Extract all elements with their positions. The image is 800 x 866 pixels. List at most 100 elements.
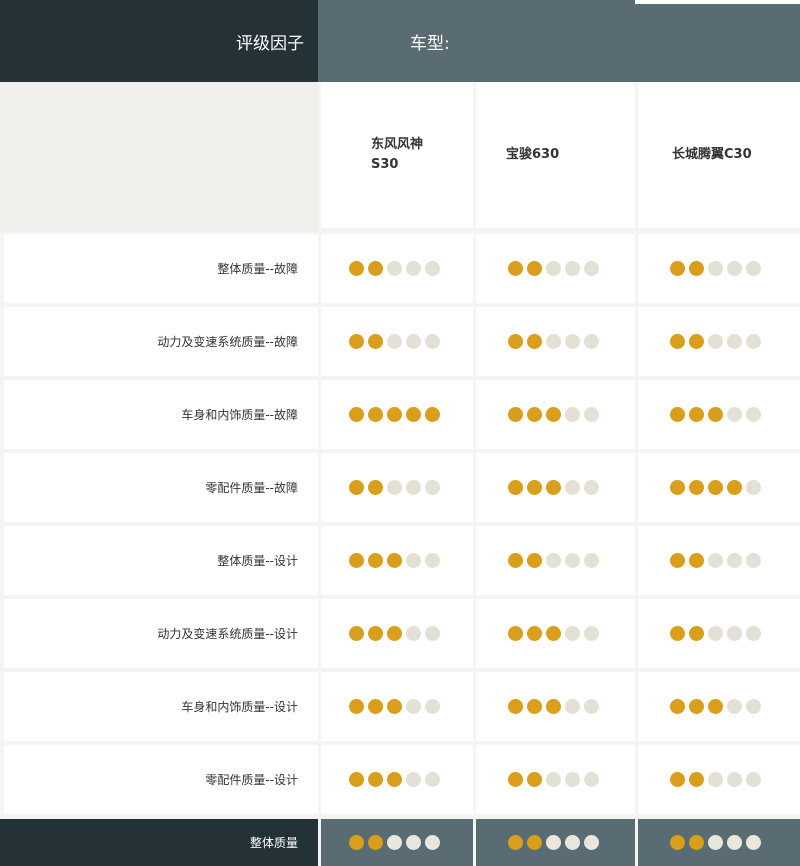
score-rating-dots [508, 699, 599, 714]
overall-score-cell-model-1 [321, 819, 473, 866]
rating-table-page: 评级因子 车型: 东风风神 S30 宝骏630 长城腾翼C30 整体质量--故障… [0, 0, 800, 866]
score-rating-dots [349, 261, 440, 276]
filled-dot [527, 407, 542, 422]
score-rating-dots [349, 772, 440, 787]
filled-dot [349, 699, 364, 714]
score-cell-model-1 [321, 672, 473, 741]
overall-rating-dots [349, 835, 440, 850]
filled-dot [387, 772, 402, 787]
empty-dot [565, 772, 580, 787]
filled-dot [368, 835, 383, 850]
factor-label: 整体质量--设计 [217, 554, 298, 568]
empty-dot [565, 553, 580, 568]
filled-dot [349, 334, 364, 349]
empty-dot [708, 334, 723, 349]
filled-dot [425, 407, 440, 422]
empty-dot [406, 553, 421, 568]
score-cell-model-3 [638, 380, 800, 449]
score-rating-dots [349, 480, 440, 495]
factor-label: 车身和内饰质量--故障 [181, 408, 298, 422]
filled-dot [349, 407, 364, 422]
factor-header-label: 评级因子 [236, 33, 304, 54]
filled-dot [349, 626, 364, 641]
score-rating-dots [508, 407, 599, 422]
empty-dot [746, 772, 761, 787]
filled-dot [387, 626, 402, 641]
score-cell-model-1 [321, 453, 473, 522]
score-rating-dots [508, 261, 599, 276]
empty-dot [425, 626, 440, 641]
empty-dot [727, 334, 742, 349]
empty-dot [727, 261, 742, 276]
empty-dot [425, 835, 440, 850]
model-name-2: 宝骏630 [476, 82, 635, 228]
empty-dot [708, 261, 723, 276]
filled-dot [708, 407, 723, 422]
filled-dot [368, 407, 383, 422]
filled-dot [368, 699, 383, 714]
empty-dot [746, 261, 761, 276]
score-cell-model-1 [321, 745, 473, 814]
empty-dot [584, 407, 599, 422]
model-name-1-line1: 东风风神 [371, 137, 424, 152]
empty-dot [584, 261, 599, 276]
filled-dot [508, 334, 523, 349]
empty-dot [406, 835, 421, 850]
empty-dot [565, 699, 580, 714]
score-cell-model-1 [321, 526, 473, 595]
factor-label-cell: 车身和内饰质量--故障 [4, 380, 318, 449]
empty-dot [708, 835, 723, 850]
score-cell-model-3 [638, 453, 800, 522]
filled-dot [508, 626, 523, 641]
empty-dot [584, 626, 599, 641]
score-cell-model-2 [476, 453, 635, 522]
empty-dot [425, 334, 440, 349]
model-name-3: 长城腾翼C30 [638, 82, 800, 228]
factor-label-cell: 零配件质量--故障 [4, 453, 318, 522]
score-cell-model-1 [321, 380, 473, 449]
filled-dot [527, 626, 542, 641]
score-rating-dots [349, 626, 440, 641]
empty-dot [406, 261, 421, 276]
score-cell-model-2 [476, 526, 635, 595]
empty-dot [727, 407, 742, 422]
score-cell-model-1 [321, 307, 473, 376]
empty-dot [425, 699, 440, 714]
factor-label-cell: 动力及变速系统质量--设计 [4, 599, 318, 668]
filled-dot [368, 772, 383, 787]
score-rating-dots [349, 699, 440, 714]
empty-dot [406, 626, 421, 641]
score-rating-dots [670, 407, 761, 422]
empty-dot [425, 553, 440, 568]
filled-dot [708, 699, 723, 714]
filled-dot [689, 261, 704, 276]
score-rating-dots [508, 626, 599, 641]
filled-dot [689, 835, 704, 850]
factor-label: 零配件质量--设计 [205, 773, 298, 787]
filled-dot [349, 835, 364, 850]
empty-dot [584, 772, 599, 787]
filled-dot [727, 480, 742, 495]
overall-score-cell-model-3 [638, 819, 800, 866]
filled-dot [508, 699, 523, 714]
filled-dot [670, 772, 685, 787]
empty-dot [727, 699, 742, 714]
empty-dot [708, 626, 723, 641]
filled-dot [670, 835, 685, 850]
factor-header: 评级因子 [0, 0, 318, 82]
model-name-1: 东风风神 S30 [321, 82, 473, 228]
empty-dot [746, 835, 761, 850]
empty-dot [406, 480, 421, 495]
filled-dot [670, 261, 685, 276]
filled-dot [508, 407, 523, 422]
filled-dot [689, 772, 704, 787]
score-rating-dots [508, 334, 599, 349]
filled-dot [689, 626, 704, 641]
filled-dot [527, 835, 542, 850]
empty-dot [727, 835, 742, 850]
filled-dot [406, 407, 421, 422]
empty-dot [425, 261, 440, 276]
rating-table: 评级因子 车型: 东风风神 S30 宝骏630 长城腾翼C30 整体质量--故障… [0, 0, 800, 866]
score-rating-dots [508, 480, 599, 495]
score-cell-model-1 [321, 234, 473, 303]
